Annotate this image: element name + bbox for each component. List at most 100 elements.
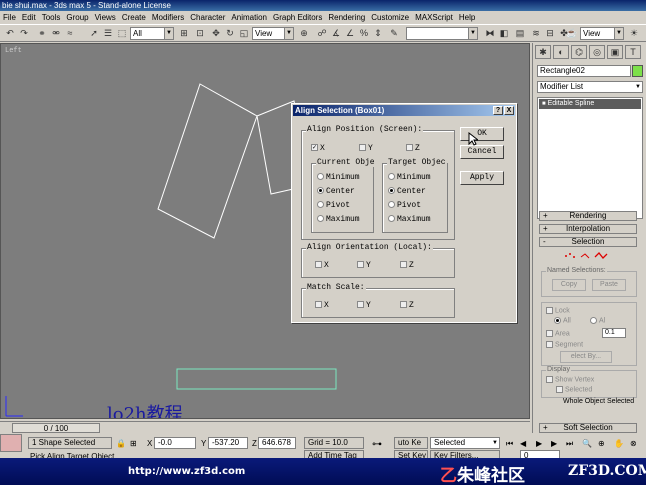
menu-views[interactable]: Views: [95, 13, 116, 22]
y-coord-field[interactable]: -537.20: [208, 437, 248, 449]
dialog-help-button[interactable]: ?: [493, 106, 503, 115]
modifier-list-dropdown[interactable]: Modifier List ▼: [537, 81, 643, 93]
curve-editor-icon[interactable]: ≋: [530, 27, 542, 39]
menu-animation[interactable]: Animation: [231, 13, 267, 22]
select-by-name-icon[interactable]: ☰: [102, 27, 114, 39]
pivot-center-icon[interactable]: ⊕: [298, 27, 310, 39]
menu-customize[interactable]: Customize: [371, 13, 409, 22]
lock-selection-icon[interactable]: 🔒: [116, 439, 126, 448]
scale-icon[interactable]: ◱: [238, 27, 250, 39]
display-tab-icon[interactable]: ▣: [607, 45, 623, 59]
goto-end-icon[interactable]: ⏭: [566, 439, 573, 449]
current-center-radio[interactable]: Center: [317, 187, 355, 196]
object-color-swatch[interactable]: [632, 65, 643, 77]
scale-z-checkbox[interactable]: Z: [400, 301, 414, 310]
dialog-close-button[interactable]: X: [504, 106, 514, 115]
previous-frame-icon[interactable]: ◀: [520, 439, 526, 448]
menu-character[interactable]: Character: [190, 13, 225, 22]
zoom-icon[interactable]: 🔍: [582, 439, 592, 448]
undo-icon[interactable]: ↶: [4, 27, 16, 39]
x-coord-field[interactable]: -0.0: [154, 437, 196, 449]
menu-help[interactable]: Help: [459, 13, 475, 22]
named-selection-sets-dropdown[interactable]: ▼: [406, 27, 478, 40]
cancel-button[interactable]: Cancel: [460, 145, 504, 159]
zoom-all-icon[interactable]: ⊕: [598, 439, 605, 448]
expand-icon[interactable]: ■: [542, 101, 546, 107]
box01-object[interactable]: [176, 368, 337, 390]
target-center-radio[interactable]: Center: [388, 187, 426, 196]
percent-snap-icon[interactable]: %: [358, 27, 370, 39]
current-pivot-radio[interactable]: Pivot: [317, 201, 350, 210]
align-position-y-checkbox[interactable]: Y: [359, 144, 373, 153]
orientation-y-checkbox[interactable]: Y: [357, 261, 371, 270]
menu-file[interactable]: File: [3, 13, 16, 22]
orientation-x-checkbox[interactable]: X: [315, 261, 329, 270]
current-minimum-radio[interactable]: Minimum: [317, 173, 360, 182]
menu-maxscript[interactable]: MAXScript: [415, 13, 453, 22]
layer-manager-icon[interactable]: ▤: [514, 27, 526, 39]
absolute-mode-icon[interactable]: ⊞: [130, 439, 137, 448]
apply-button[interactable]: Apply: [460, 171, 504, 185]
menu-modifiers[interactable]: Modifiers: [152, 13, 184, 22]
spinner-snap-icon[interactable]: ⇕: [372, 27, 384, 39]
link-icon[interactable]: ⚭: [36, 27, 48, 39]
utilities-tab-icon[interactable]: T: [625, 45, 641, 59]
align-position-z-checkbox[interactable]: Z: [406, 144, 420, 153]
align-position-x-checkbox[interactable]: X: [311, 144, 325, 153]
orbit-icon[interactable]: ⊗: [630, 439, 637, 448]
selected-only-checkbox[interactable]: Selected: [556, 386, 592, 393]
motion-tab-icon[interactable]: ◎: [589, 45, 605, 59]
snap-icon[interactable]: ∡: [330, 27, 342, 39]
paste-button[interactable]: Paste: [592, 279, 626, 291]
render-scene-icon[interactable]: ☕: [566, 27, 578, 39]
modify-tab-icon[interactable]: ◐: [553, 45, 569, 59]
ok-button[interactable]: OK: [460, 127, 504, 141]
pan-icon[interactable]: ✋: [614, 439, 624, 448]
target-pivot-radio[interactable]: Pivot: [388, 201, 421, 210]
key-icon[interactable]: ⊶: [372, 439, 382, 450]
select-manipulate-icon[interactable]: ☍: [316, 27, 328, 39]
auto-key-button[interactable]: uto Ke: [394, 437, 428, 449]
menu-rendering[interactable]: Rendering: [328, 13, 365, 22]
show-vertex-checkbox[interactable]: Show Vertex: [546, 376, 594, 383]
hierarchy-tab-icon[interactable]: ⌬: [571, 45, 587, 59]
menu-edit[interactable]: Edit: [22, 13, 36, 22]
subobject-level-icons[interactable]: [563, 251, 613, 261]
redo-icon[interactable]: ↷: [18, 27, 30, 39]
quick-render-icon[interactable]: ☀: [628, 27, 640, 39]
all-radio[interactable]: All: [554, 317, 571, 324]
segment-checkbox[interactable]: Segment: [546, 341, 583, 348]
select-move-icon[interactable]: ⊞: [178, 27, 190, 39]
move-icon[interactable]: ✥: [210, 27, 222, 39]
select-by-button[interactable]: elect By...: [560, 351, 612, 363]
menu-create[interactable]: Create: [122, 13, 146, 22]
menu-tools[interactable]: Tools: [42, 13, 61, 22]
stack-item-editable-spline[interactable]: ■ Editable Spline: [539, 99, 641, 109]
rotate-icon[interactable]: ↻: [224, 27, 236, 39]
rectangle-shape-1[interactable]: [157, 83, 258, 239]
named-selection-icon[interactable]: ✎: [388, 27, 400, 39]
schematic-view-icon[interactable]: ⊟: [544, 27, 556, 39]
al-radio[interactable]: Al: [590, 317, 605, 324]
target-maximum-radio[interactable]: Maximum: [388, 215, 431, 224]
z-coord-field[interactable]: 646.678: [258, 437, 296, 449]
render-type-dropdown[interactable]: View ▼: [580, 27, 624, 40]
window-crossing-icon[interactable]: ⊡: [194, 27, 206, 39]
goto-start-icon[interactable]: ⏮: [506, 439, 513, 449]
rectangular-selection-icon[interactable]: ⬚: [116, 27, 128, 39]
align-icon[interactable]: ◧: [498, 27, 510, 39]
reference-coord-dropdown[interactable]: View ▼: [252, 27, 294, 40]
mirror-icon[interactable]: ⧓: [484, 27, 496, 39]
scale-y-checkbox[interactable]: Y: [357, 301, 371, 310]
select-object-icon[interactable]: ➚: [88, 27, 100, 39]
unlink-icon[interactable]: ⚮: [50, 27, 62, 39]
scale-x-checkbox[interactable]: X: [315, 301, 329, 310]
lock-checkbox[interactable]: Lock: [546, 307, 570, 314]
create-tab-icon[interactable]: ✱: [535, 45, 551, 59]
rendering-rollout[interactable]: + Rendering: [539, 211, 637, 221]
soft-selection-rollout[interactable]: + Soft Selection: [539, 423, 637, 433]
selection-rollout[interactable]: - Selection: [539, 237, 637, 247]
target-minimum-radio[interactable]: Minimum: [388, 173, 431, 182]
current-maximum-radio[interactable]: Maximum: [317, 215, 360, 224]
maxscript-listener-icon[interactable]: [0, 434, 22, 452]
